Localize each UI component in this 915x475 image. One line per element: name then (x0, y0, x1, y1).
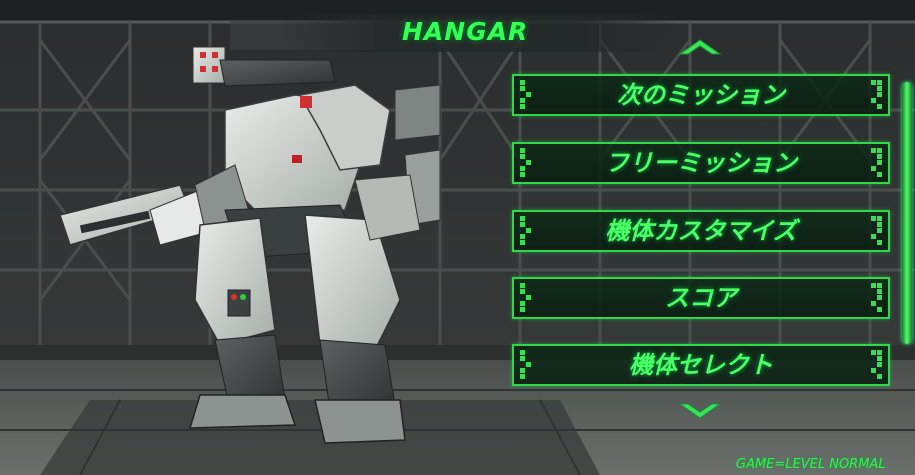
pixel-ornament-left (520, 350, 544, 380)
page-title: HANGAR (402, 17, 529, 46)
chevron-down-icon[interactable] (678, 402, 722, 422)
menu-item-label: 機体カスタマイズ (605, 217, 797, 245)
pixel-ornament-right (858, 350, 882, 380)
menu-item-mech-customize[interactable]: 機体カスタマイズ (512, 210, 890, 252)
menu-item-next-mission[interactable]: 次のミッション (512, 74, 890, 116)
pixel-ornament-right (858, 283, 882, 313)
pixel-ornament-right (858, 148, 882, 178)
pixel-ornament-right (858, 80, 882, 110)
menu-item-score[interactable]: スコア (512, 277, 890, 319)
chevron-up-icon[interactable] (678, 36, 722, 56)
menu-item-label: スコア (665, 284, 737, 312)
pixel-ornament-left (520, 148, 544, 178)
menu-item-free-mission[interactable]: フリーミッション (512, 142, 890, 184)
pixel-ornament-left (520, 216, 544, 246)
menu-item-label: 機体セレクト (629, 351, 773, 379)
pixel-ornament-left (520, 283, 544, 313)
menu-scrollbar[interactable] (902, 82, 912, 344)
menu-item-mech-select[interactable]: 機体セレクト (512, 344, 890, 386)
menu-item-label: 次のミッション (617, 81, 785, 109)
menu-item-label: フリーミッション (605, 149, 797, 177)
game-level-indicator: GAME=LEVEL NORMAL (736, 457, 886, 472)
pixel-ornament-left (520, 80, 544, 110)
hangar-screen: HANGAR 次のミッション フリーミッション 機体カスタマイズ スコア 機体セ (0, 0, 915, 475)
pixel-ornament-right (858, 216, 882, 246)
